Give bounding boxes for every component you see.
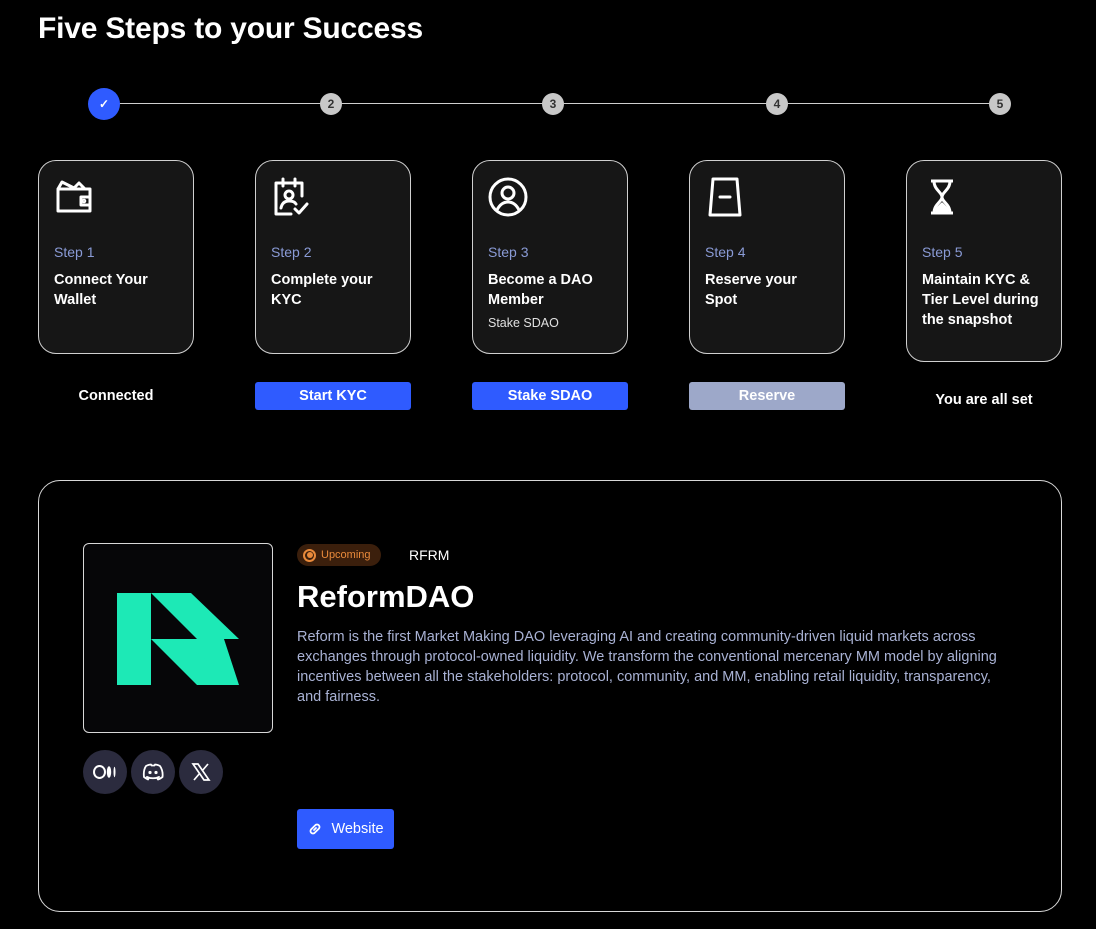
link-icon [310, 823, 321, 835]
step-card-4: Step 4 Reserve your Spot [689, 160, 845, 354]
x-icon [191, 763, 211, 781]
project-logo [83, 543, 273, 733]
status-dot-icon [303, 548, 316, 562]
status-badge: Upcoming [297, 544, 381, 566]
hourglass-icon [931, 179, 953, 215]
step-card-2: Step 2 Complete your KYC [255, 160, 411, 354]
project-description: Reform is the first Market Making DAO le… [297, 629, 997, 705]
step-name: Complete your KYC [271, 272, 373, 308]
step-label: Step 5 [922, 244, 963, 260]
discord-link[interactable] [131, 750, 175, 794]
step-name: Become a DAO Member [488, 272, 593, 308]
website-label: Website [331, 821, 384, 837]
x-link[interactable] [179, 750, 223, 794]
member-icon [488, 177, 528, 217]
step-label: Step 2 [271, 244, 312, 260]
stake-sdao-button[interactable]: Stake SDAO [472, 382, 628, 410]
step-card-1: Step 1 Connect Your Wallet [38, 160, 194, 354]
reserve-button[interactable]: Reserve [689, 382, 845, 410]
project-ticker: RFRM [409, 547, 450, 563]
status-label: Upcoming [321, 549, 371, 561]
step-name: Maintain KYC & Tier Level during the sna… [922, 272, 1039, 328]
step-label: Step 4 [705, 244, 746, 260]
step-name: Connect Your Wallet [54, 272, 148, 308]
project-name: ReformDAO [297, 579, 475, 614]
step-label: Step 3 [488, 244, 529, 260]
discord-icon [142, 763, 164, 781]
reformdao-logo-icon [117, 593, 239, 685]
step-card-5: Step 5 Maintain KYC & Tier Level during … [906, 160, 1062, 362]
page-title: Five Steps to your Success [38, 12, 423, 45]
step-1-status: Connected [78, 388, 154, 404]
progress-step-3: 3 [542, 93, 564, 115]
progress-step-1-check-icon: ✓ [88, 88, 120, 120]
progress-step-4: 4 [766, 93, 788, 115]
kyc-clipboard-icon [274, 177, 309, 216]
step-card-3: Step 3 Become a DAO Member Stake SDAO [472, 160, 628, 354]
medium-icon [93, 765, 116, 779]
ticket-icon [708, 177, 742, 217]
website-button[interactable]: Website [297, 809, 394, 849]
step-sub: Stake SDAO [488, 316, 559, 330]
project-panel: Upcoming RFRM ReformDAO Reform is the fi… [38, 480, 1062, 912]
progress-step-2: 2 [320, 93, 342, 115]
step-name: Reserve your Spot [705, 272, 797, 308]
step-5-status: You are all set [935, 392, 1033, 408]
progress-step-5: 5 [989, 93, 1011, 115]
step-label: Step 1 [54, 244, 95, 260]
wallet-icon [56, 180, 92, 213]
start-kyc-button[interactable]: Start KYC [255, 382, 411, 410]
medium-link[interactable] [83, 750, 127, 794]
